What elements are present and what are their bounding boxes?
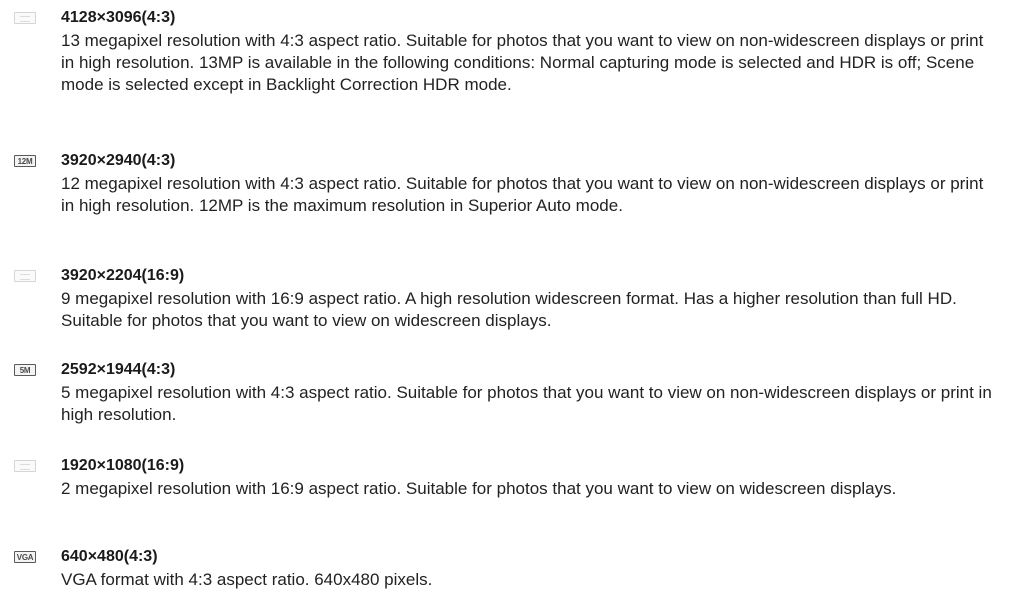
resolution-description: VGA format with 4:3 aspect ratio. 640x48…: [61, 570, 433, 589]
resolution-5m-icon: 5M: [14, 364, 36, 376]
resolution-12m-icon: 12M: [14, 155, 36, 167]
resolution-heading: 4128×3096(4:3): [61, 9, 176, 26]
resolution-heading: 640×480(4:3): [61, 548, 158, 565]
resolution-description: 9 megapixel resolution with 16:9 aspect …: [61, 289, 957, 330]
resolution-description: 13 megapixel resolution with 4:3 aspect …: [61, 31, 984, 94]
resolution-size-icon: [14, 12, 36, 24]
resolution-guide-page: { "entries": [ { "badge_style": "light",…: [0, 0, 1014, 591]
resolution-heading: 1920×1080(16:9): [61, 457, 185, 474]
resolution-size-icon: [14, 270, 36, 282]
resolution-vga-icon: VGA: [14, 551, 36, 563]
resolution-size-icon: [14, 460, 36, 472]
resolution-description: 2 megapixel resolution with 16:9 aspect …: [61, 479, 897, 498]
resolution-heading: 3920×2940(4:3): [61, 152, 176, 169]
resolution-description: 5 megapixel resolution with 4:3 aspect r…: [61, 383, 992, 424]
resolution-heading: 3920×2204(16:9): [61, 267, 185, 284]
resolution-heading: 2592×1944(4:3): [61, 361, 176, 378]
resolution-description: 12 megapixel resolution with 4:3 aspect …: [61, 174, 984, 215]
